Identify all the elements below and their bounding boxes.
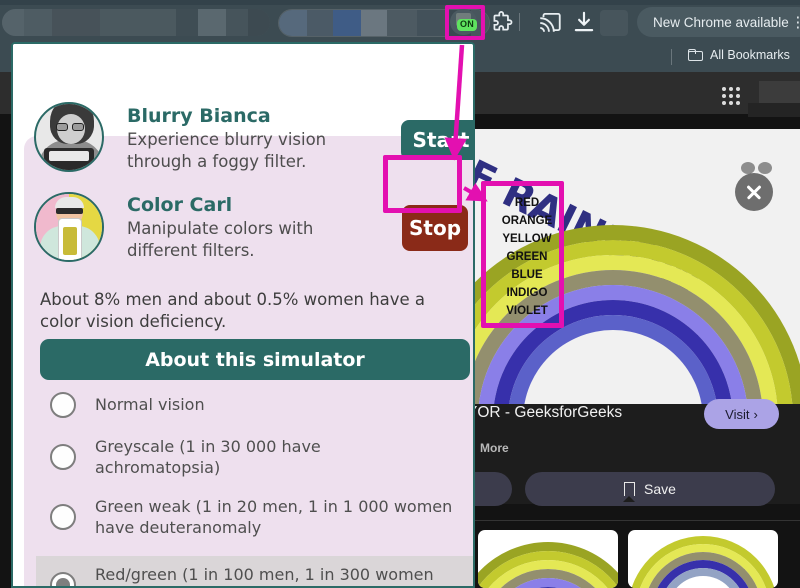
folder-icon [688,49,703,61]
pill-seg-2 [307,10,333,36]
all-bookmarks-label: All Bookmarks [710,48,790,62]
omnibox-blur-8 [248,9,270,36]
option-greyscale[interactable]: Greyscale (1 in 30 000 have achromatopsi… [36,434,473,480]
rainbow-label-indigo: INDIGO [506,287,548,299]
omnibox-blur-5 [176,9,198,36]
character-desc-bianca: Experience blurry vision through a foggy… [127,130,327,172]
color-vision-extension-button[interactable]: ON [447,8,481,36]
radio-greyscale[interactable] [50,444,76,470]
screenshot-root: ON New Chrome available ⋮ All Bookmarks … [0,0,800,588]
stop-button[interactable]: Stop [402,205,468,251]
option-normal-vision[interactable]: Normal vision [36,388,473,422]
character-name-bianca: Blurry Bianca [127,105,271,127]
bookmark-icon [623,482,636,502]
visit-label: Visit [725,406,750,422]
rainbow-label-list: RED ORANGE YELLOW GREEN BLUE INDIGO VIOL… [487,194,567,320]
header-blurred-region-a [759,81,800,103]
color-carl-avatar [34,192,104,262]
extension-on-badge: ON [457,19,478,31]
rainbow-label-green: GREEN [506,251,548,263]
option-green-weak[interactable]: Green weak (1 in 20 men, 1 in 1 000 wome… [36,494,473,540]
omnibox-blur-7 [226,9,248,36]
rainbow-label-blue: BLUE [511,269,543,281]
rainbow-label-violet: VIOLET [506,305,548,317]
about-this-simulator-button[interactable]: About this simulator [40,339,470,380]
radio-green-weak[interactable] [50,504,76,530]
option-label-red-green: Red/green (1 in 100 men, 1 in 300 women … [95,564,434,584]
bookmarks-separator [671,49,672,65]
download-icon[interactable] [571,9,597,35]
new-chrome-available-button[interactable]: New Chrome available ⋮ [637,7,800,37]
option-label-normal-vision: Normal vision [95,395,205,415]
radio-red-green[interactable] [50,572,76,586]
thumbnail-1[interactable] [478,530,618,588]
option-red-green[interactable]: Red/green (1 in 100 men, 1 in 300 women … [36,556,473,586]
pill-seg-1 [279,10,307,36]
new-chrome-label: New Chrome available [653,14,789,30]
close-icon[interactable] [735,173,773,211]
option-label-greyscale: Greyscale (1 in 30 000 have achromatopsi… [95,436,321,477]
pill-seg-4 [361,10,387,36]
color-vision-extension-icon[interactable]: ON [450,9,478,35]
rainbow-label-yellow: YELLOW [502,233,552,245]
toolbar-separator [519,13,520,31]
tabstrip-edge [0,0,800,5]
option-label-green-weak: Green weak (1 in 20 men, 1 in 1 000 wome… [95,496,453,537]
character-name-carl: Color Carl [127,194,233,216]
omnibox-blur-3 [52,9,100,36]
section-divider [425,520,800,521]
all-bookmarks-button[interactable]: All Bookmarks [688,48,790,62]
header-blurred-region-b [748,103,800,117]
pill-seg-5 [387,10,417,36]
address-bar[interactable] [2,9,270,36]
omnibox-blur-1 [2,9,24,36]
goggles-decor-icon [741,162,773,174]
cast-icon[interactable] [537,9,563,35]
omnibox-blur-6 [198,9,226,36]
visit-button[interactable]: Visit › [704,399,779,429]
color-deficiency-statistic: About 8% men and about 0.5% women have a… [40,290,426,332]
thumbnail-2[interactable] [628,530,778,588]
character-desc-carl: Manipulate colors with different filters… [127,219,314,261]
save-button[interactable]: Save [525,472,775,506]
rainbow-label-red: RED [514,197,540,209]
radio-normal-vision[interactable] [50,392,76,418]
chevron-right-icon: › [753,406,758,422]
profile-avatar-blurred[interactable] [600,10,628,36]
chrome-menu-kebab-icon[interactable]: ⋮ [789,15,800,30]
color-vision-simulator-popup: Blurry Bianca Experience blurry vision t… [11,42,475,588]
blurry-bianca-avatar [34,102,104,172]
pill-seg-3 [333,10,361,36]
browser-toolbar: ON New Chrome available ⋮ [0,0,800,42]
omnibox-blur-4 [100,9,176,36]
save-label: Save [644,481,676,497]
omnibox-blur-2 [24,9,52,36]
more-label[interactable]: More [480,441,509,455]
start-button[interactable]: Start [401,120,473,160]
apps-grid-icon[interactable] [722,87,740,105]
pill-seg-6 [417,10,447,36]
rainbow-label-orange: ORANGE [501,215,553,227]
extensions-puzzle-icon[interactable] [489,9,515,35]
